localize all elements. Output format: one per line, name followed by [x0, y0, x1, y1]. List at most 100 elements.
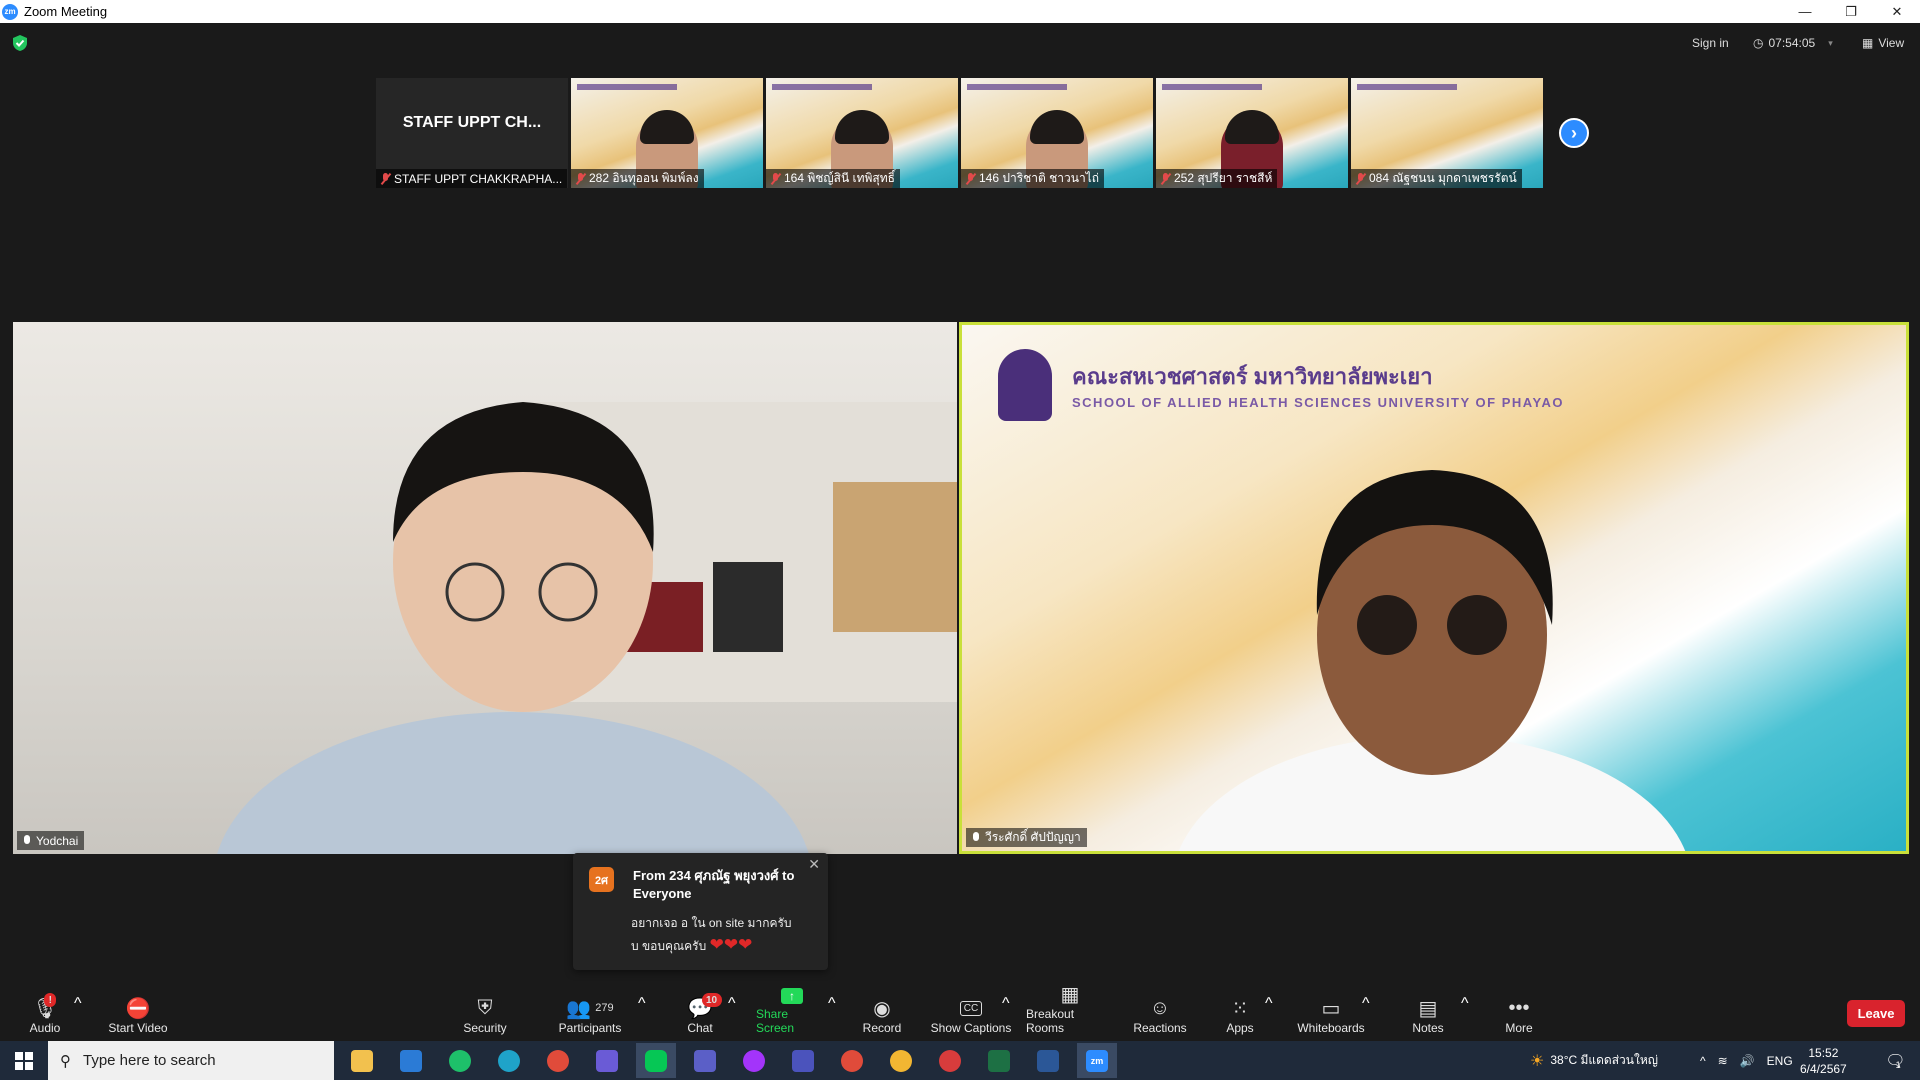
- grid-view-icon: ▦: [1862, 36, 1874, 50]
- participant-label: STAFF UPPT CHAKKRAPHA...: [376, 169, 568, 188]
- main-video-tile-right-active-speaker[interactable]: คณะสหเวชศาสตร์ มหาวิทยาลัยพะเยา SCHOOL O…: [959, 322, 1909, 854]
- participant-tile[interactable]: 146 ปาริชาติ ชาวนาไถ่: [961, 78, 1153, 188]
- chevron-up-icon[interactable]: ^: [1700, 1054, 1706, 1068]
- chrome-icon[interactable]: [881, 1043, 921, 1078]
- participant-tile[interactable]: STAFF UPPT CH... STAFF UPPT CHAKKRAPHA..…: [376, 78, 568, 188]
- sign-in-link[interactable]: Sign in: [1692, 34, 1729, 52]
- captions-options-caret-icon[interactable]: ^: [1002, 995, 1010, 1013]
- record-button[interactable]: ◉ Record: [862, 985, 902, 1041]
- breakout-rooms-button[interactable]: ▦ Breakout Rooms: [1026, 984, 1114, 1041]
- leave-button[interactable]: Leave: [1847, 1000, 1905, 1027]
- participant-label: 252 สุปรียา ราชสีห์: [1156, 169, 1278, 188]
- participant-tile[interactable]: 282 อินทุออน พิมพ์ลง: [571, 78, 763, 188]
- minimize-icon[interactable]: —: [1782, 0, 1828, 23]
- close-icon[interactable]: ✕: [808, 856, 820, 873]
- sender-avatar: 2ศ: [589, 867, 614, 892]
- windows-start-button[interactable]: [0, 1041, 48, 1080]
- line-app-icon[interactable]: [636, 1043, 676, 1078]
- notes-icon: ▤: [1418, 997, 1438, 1020]
- show-captions-button[interactable]: CC Show Captions: [930, 985, 1012, 1041]
- app-icon[interactable]: [440, 1043, 480, 1078]
- mic-muted-icon: [576, 172, 585, 185]
- view-button[interactable]: ▦ View: [1862, 34, 1904, 52]
- zoom-logo-icon: zm: [2, 3, 18, 20]
- file-explorer-icon[interactable]: [342, 1043, 382, 1078]
- breakout-rooms-icon: ▦: [1060, 984, 1080, 1006]
- windows-logo-icon: [15, 1051, 33, 1070]
- chat-notification-popup[interactable]: 2ศ From 234 ศุภณัฐ พยุงวงศ์ to Everyone …: [573, 853, 828, 970]
- participant-name: Yodchai: [36, 833, 79, 848]
- share-screen-icon: ↑: [781, 985, 803, 1007]
- participant-label: 164 พิชญ์สินี เทพิสุทธิ์: [766, 169, 900, 188]
- participant-tile[interactable]: 164 พิชญ์สินี เทพิสุทธิ์: [766, 78, 958, 188]
- wifi-icon[interactable]: ≋: [1718, 1054, 1728, 1068]
- chat-options-caret-icon[interactable]: ^: [728, 995, 736, 1013]
- weather-widget[interactable]: ☀ 38°C มีแดดส่วนใหญ่: [1530, 1041, 1658, 1080]
- video-off-icon: ⛔: [125, 997, 151, 1020]
- gallery-strip: STAFF UPPT CH... STAFF UPPT CHAKKRAPHA..…: [376, 78, 1543, 188]
- volume-icon[interactable]: 🔊: [1740, 1054, 1755, 1068]
- taskbar-search-box[interactable]: ⚲ Type here to search: [48, 1041, 334, 1080]
- audio-options-caret-icon[interactable]: ^: [74, 995, 82, 1013]
- whiteboards-button[interactable]: ▭ Whiteboards: [1296, 985, 1366, 1041]
- word-icon[interactable]: [1028, 1043, 1068, 1078]
- sun-weather-icon: ☀: [1530, 1052, 1545, 1070]
- audio-button[interactable]: 🎙! Audio: [28, 985, 62, 1041]
- mic-muted-icon: [771, 172, 780, 185]
- meeting-timer[interactable]: ◷ 07:54:05 ▾: [1753, 34, 1833, 52]
- restore-icon[interactable]: ❐: [1828, 0, 1874, 23]
- chat-message: อยากเจอ อ ใน on site มากครับ บ ขอบคุณครั…: [631, 913, 811, 957]
- participant-tile[interactable]: 252 สุปรียา ราชสีห์: [1156, 78, 1348, 188]
- meeting-topbar: [0, 23, 1920, 61]
- apps-button[interactable]: ⁙ Apps: [1226, 985, 1254, 1041]
- chrome-icon[interactable]: [930, 1043, 970, 1078]
- encryption-shield-icon[interactable]: [12, 34, 28, 52]
- chat-button[interactable]: 💬 10 Chat: [684, 985, 722, 1041]
- heart-emoji-icon: ❤❤❤: [709, 935, 753, 954]
- chevron-down-icon: ▾: [1828, 37, 1833, 48]
- edge-browser-icon[interactable]: [489, 1043, 529, 1078]
- mic-muted-icon: [966, 172, 975, 185]
- participant-label: วีระศักดิ์ ศัปปัญญา: [966, 828, 1087, 847]
- system-tray-icons: ^ ≋ 🔊 ENG: [1700, 1041, 1793, 1080]
- gallery-next-page-button[interactable]: ›: [1559, 118, 1589, 148]
- start-video-button[interactable]: ⛔ Start Video: [106, 985, 170, 1041]
- teams-icon[interactable]: [783, 1043, 823, 1078]
- smiley-plus-icon: ☺: [1149, 996, 1171, 1019]
- chrome-icon[interactable]: [832, 1043, 872, 1078]
- share-screen-button[interactable]: ↑ Share Screen: [756, 985, 828, 1041]
- main-video-tile-left[interactable]: Yodchai: [13, 322, 957, 854]
- chrome-icon[interactable]: [538, 1043, 578, 1078]
- notes-options-caret-icon[interactable]: ^: [1461, 995, 1469, 1013]
- share-options-caret-icon[interactable]: ^: [828, 995, 836, 1013]
- close-icon[interactable]: ✕: [1874, 0, 1920, 23]
- mail-icon[interactable]: [391, 1043, 431, 1078]
- more-dots-icon: •••: [1508, 996, 1530, 1019]
- participants-button[interactable]: 👥 279 Participants: [556, 985, 624, 1041]
- excel-icon[interactable]: [979, 1043, 1019, 1078]
- participant-tile[interactable]: 084 ณัฐชนน มุกดาเพชรรัตน์: [1351, 78, 1543, 188]
- chat-message-line: อยากเจอ อ ใน on site มากครับ: [631, 916, 792, 930]
- more-button[interactable]: ••• More: [1504, 985, 1534, 1041]
- chat-bubble-icon: 💬 10: [688, 993, 722, 1021]
- whiteboards-options-caret-icon[interactable]: ^: [1362, 995, 1370, 1013]
- taskbar-clock[interactable]: 15:52 6/4/2567: [1800, 1041, 1847, 1080]
- participant-video: [1178, 470, 1686, 851]
- apps-options-caret-icon[interactable]: ^: [1265, 995, 1273, 1013]
- teams-icon[interactable]: [685, 1043, 725, 1078]
- apps-icon: ⁙: [1231, 997, 1249, 1020]
- mic-muted-icon: [381, 172, 390, 185]
- chat-unread-badge: 10: [701, 993, 722, 1007]
- app-icon[interactable]: [587, 1043, 627, 1078]
- zoom-app-icon[interactable]: zm: [1077, 1043, 1117, 1078]
- security-button[interactable]: ⛨ Security: [460, 985, 510, 1041]
- language-indicator[interactable]: ENG: [1767, 1054, 1793, 1068]
- notifications-button[interactable]: 🗨 1: [1878, 1041, 1908, 1080]
- mic-muted-icon: [1161, 172, 1170, 185]
- audio-warning-badge: !: [44, 993, 57, 1007]
- mic-icon: [972, 831, 980, 844]
- notes-button[interactable]: ▤ Notes: [1412, 985, 1444, 1041]
- messenger-icon[interactable]: [734, 1043, 774, 1078]
- reactions-button[interactable]: ☺ Reactions: [1133, 985, 1186, 1041]
- participants-options-caret-icon[interactable]: ^: [638, 995, 646, 1013]
